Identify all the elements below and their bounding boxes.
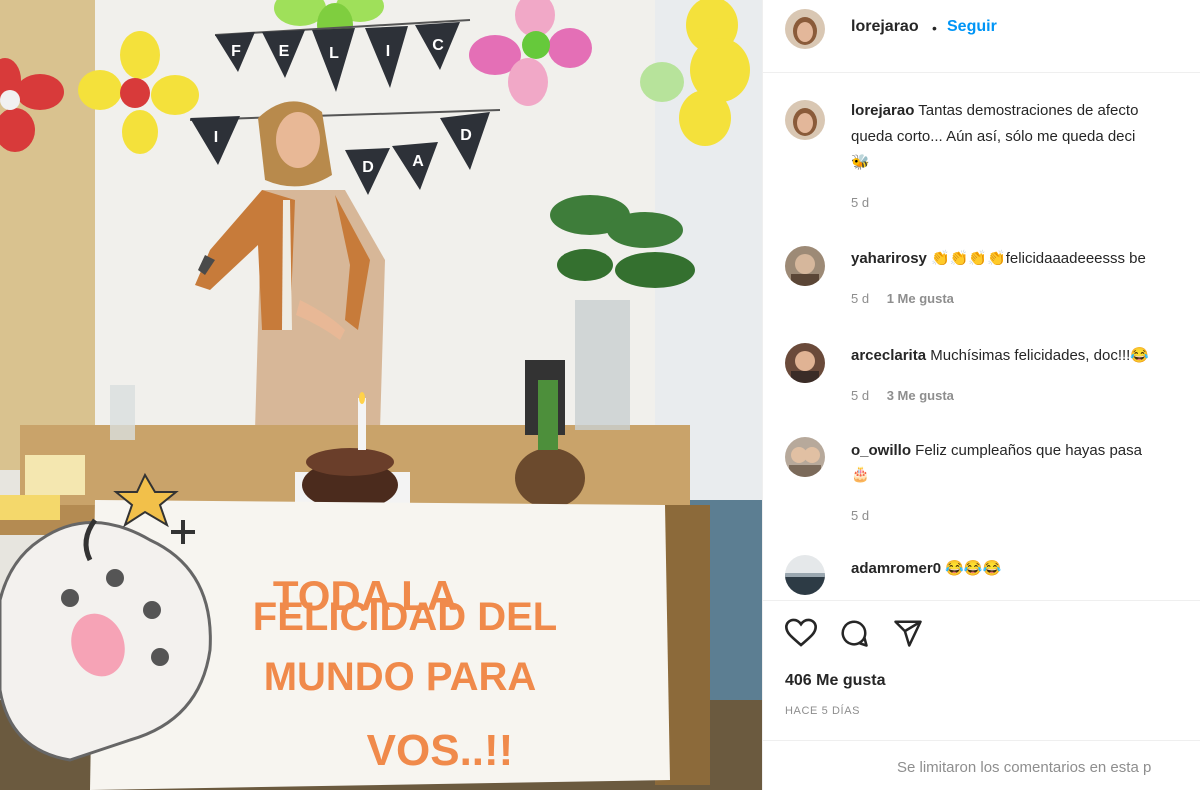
separator-dot: • xyxy=(932,20,937,36)
comment-username[interactable]: o_owillo xyxy=(851,442,911,459)
svg-text:I: I xyxy=(386,43,390,60)
comment-text: adamromer0 😂😂😂 xyxy=(851,558,1001,580)
comment-likes[interactable]: 3 Me gusta xyxy=(887,388,954,403)
comment-body: 😂😂😂 xyxy=(945,560,1002,577)
comment-text: arceclarita Muchísimas felicidades, doc!… xyxy=(851,345,1149,367)
svg-text:I: I xyxy=(214,129,218,146)
comment-icon[interactable] xyxy=(839,618,869,653)
comment-avatar[interactable] xyxy=(785,343,825,383)
author-avatar[interactable] xyxy=(785,9,825,49)
comment-time[interactable]: 5 d xyxy=(851,291,869,306)
comment-username[interactable]: adamromer0 xyxy=(851,560,941,577)
comments-limited-text: Se limitaron los comentarios en esta p xyxy=(897,759,1152,776)
caption-text-2: queda corto... Aún así, sólo me queda de… xyxy=(851,128,1136,145)
author-username[interactable]: lorejarao xyxy=(851,18,919,36)
svg-text:D: D xyxy=(460,127,472,144)
banner-line-2: FELICIDAD DEL xyxy=(253,595,557,639)
comment-username[interactable]: arceclarita xyxy=(851,347,926,364)
comment-avatar[interactable] xyxy=(785,437,825,477)
comment-meta: 5 d 1 Me gusta xyxy=(851,291,968,306)
comment: adamromer0 😂😂😂 xyxy=(763,555,1200,595)
comment: yaharirosy 👏👏👏👏felicidaaadeeesss be 5 d … xyxy=(763,243,1200,313)
heart-icon[interactable] xyxy=(784,618,818,653)
banner-line-3: MUNDO PARA xyxy=(264,655,537,699)
comment-username[interactable]: yaharirosy xyxy=(851,250,927,267)
follow-button[interactable]: Seguir xyxy=(947,18,997,36)
comment-avatar[interactable] xyxy=(785,555,825,595)
svg-text:F: F xyxy=(231,43,241,60)
comment-body: Feliz cumpleaños que hayas pasa xyxy=(915,442,1142,459)
share-icon[interactable] xyxy=(893,618,923,653)
caption-time[interactable]: 5 d xyxy=(851,195,869,210)
svg-text:D: D xyxy=(362,159,374,176)
comments-limited-notice: Se limitaron los comentarios en esta p xyxy=(763,740,1200,790)
bottom-strip xyxy=(0,790,1200,800)
comment-text: yaharirosy 👏👏👏👏felicidaaadeeesss be xyxy=(851,248,1146,270)
post-timestamp[interactable]: HACE 5 DÍAS xyxy=(785,705,860,717)
comment-avatar[interactable] xyxy=(785,246,825,286)
comment: arceclarita Muchísimas felicidades, doc!… xyxy=(763,340,1200,410)
banner-line-4: VOS..!! xyxy=(367,726,514,775)
post-photo: F E L I C I D A D TODA LA FELICIDAD DEL MUNDO … xyxy=(0,0,762,790)
svg-text:L: L xyxy=(329,45,339,62)
caption-username[interactable]: lorejarao xyxy=(851,102,914,119)
like-count[interactable]: 406 Me gusta xyxy=(785,672,885,690)
comment: o_owillo Feliz cumpleaños que hayas pasa… xyxy=(763,437,1200,527)
svg-text:A: A xyxy=(412,153,424,170)
party-photo-illustration: F E L I C I D A D TODA LA FELICIDAD DEL MUND… xyxy=(0,0,762,790)
caption-text-1: Tantas demostraciones de afecto xyxy=(918,102,1139,119)
post-header: lorejarao • Seguir xyxy=(763,0,1200,73)
comment-body: 👏👏👏👏felicidaaadeeesss be xyxy=(931,250,1146,267)
caption: lorejarao Tantas demostraciones de afect… xyxy=(763,95,1200,220)
comment-text: o_owillo Feliz cumpleaños que hayas pasa xyxy=(851,440,1142,462)
action-bar xyxy=(763,600,1200,665)
comment-meta: 5 d 3 Me gusta xyxy=(851,388,968,403)
comment-likes[interactable]: 1 Me gusta xyxy=(887,291,954,306)
post-side-panel: lorejarao • Seguir lorejarao Tantas demo… xyxy=(762,0,1200,790)
caption-emoji: 🐝 xyxy=(851,154,870,171)
svg-text:C: C xyxy=(432,37,444,54)
caption-avatar[interactable] xyxy=(785,100,825,140)
comment-body: Muchísimas felicidades, doc!!!😂 xyxy=(930,347,1149,364)
comment-text-2: 🎂 xyxy=(851,466,870,483)
caption-line-1: lorejarao Tantas demostraciones de afect… xyxy=(851,100,1138,122)
post-viewer: F E L I C I D A D TODA LA FELICIDAD DEL MUNDO … xyxy=(0,0,1200,800)
comment-time[interactable]: 5 d xyxy=(851,388,869,403)
svg-text:E: E xyxy=(279,43,290,60)
comment-time[interactable]: 5 d xyxy=(851,508,869,523)
